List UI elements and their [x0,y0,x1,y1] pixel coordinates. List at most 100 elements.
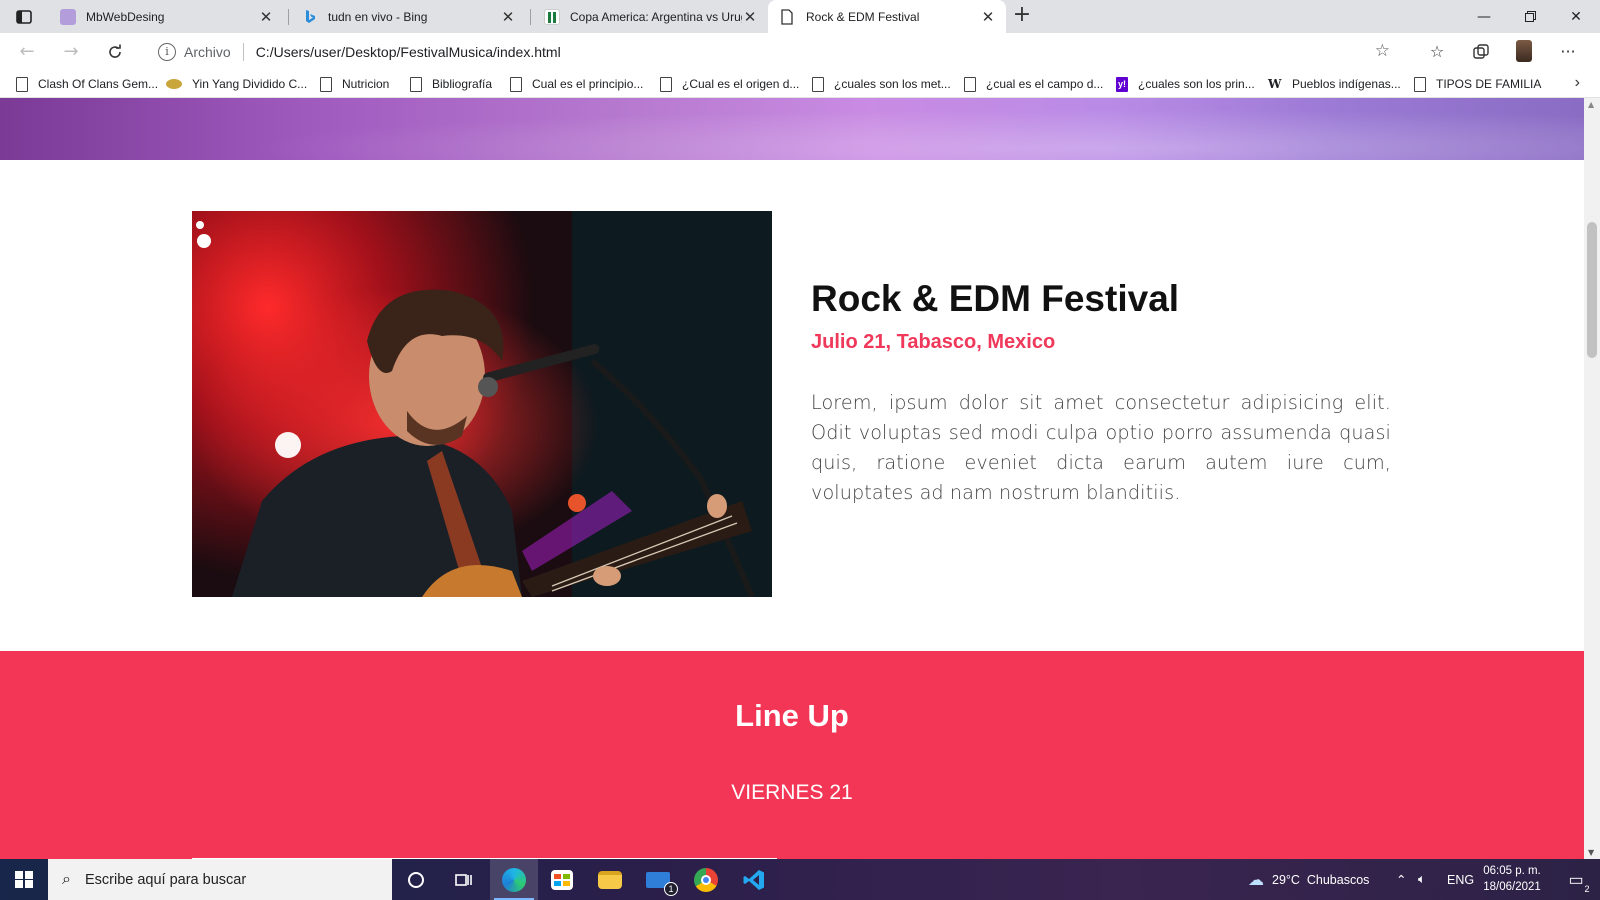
page-scrollbar[interactable]: ▲ ▼ [1584,98,1600,859]
new-tab-button[interactable]: + [1010,4,1034,28]
scroll-down-arrow-icon[interactable]: ▼ [1588,848,1594,857]
favorites-button[interactable]: ☆ [1424,41,1450,63]
tab-bing[interactable]: tudn en vivo - Bing ✕ [290,0,526,33]
bookmark-item[interactable]: TIPOS DE FAMILIA [1414,70,1541,98]
action-center-button[interactable]: ▭ 2 [1552,859,1600,900]
forward-button[interactable]: → [58,40,84,64]
more-icon: ··· [1560,42,1576,61]
page-viewport: Rock & EDM Festival Julio 21, Tabasco, M… [0,98,1584,859]
singer-guitarist-photo [192,211,772,597]
bookmarks-bar: Clash Of Clans Gem... Yin Yang Dividido … [0,70,1600,98]
bookmark-label: Nutricion [342,77,390,91]
weather-cloud-icon: ☁ [1248,871,1264,889]
info-icon[interactable]: i [158,43,176,61]
page-icon [320,76,332,92]
tab-rock-edm-festival[interactable]: Rock & EDM Festival ✕ [768,0,1006,33]
refresh-button[interactable] [102,40,128,64]
close-tab-icon[interactable]: ✕ [500,8,516,26]
bookmark-item[interactable]: Bibliografía [410,70,492,98]
bookmark-item[interactable]: Cual es el principio... [510,70,643,98]
minimize-button[interactable]: — [1462,0,1506,33]
settings-more-button[interactable]: ··· [1555,41,1581,63]
favorites-icon: ☆ [1429,42,1445,61]
task-view-button[interactable] [440,859,488,900]
bookmark-label: ¿cuales son los met... [834,77,951,91]
lineup-section: Line Up VIERNES 21 [0,651,1584,859]
bookmark-item[interactable]: Clash Of Clans Gem... [16,70,158,98]
page-favicon-icon [780,8,796,25]
notification-count: 2 [1584,883,1590,894]
profile-avatar[interactable] [1516,40,1532,62]
tab-mbwebdesing[interactable]: MbWebDesing ✕ [48,0,284,33]
taskbar-file-explorer[interactable] [586,859,634,900]
start-button[interactable] [0,859,48,900]
copa-america-favicon-icon [544,8,560,25]
system-clock[interactable]: 06:05 p. m. 18/06/2021 [1472,863,1552,895]
event-description: Lorem, ipsum dolor sit amet consectetur … [811,391,1391,504]
language-text: ENG [1447,872,1475,887]
address-bar[interactable]: i Archivo C:/Users/user/Desktop/Festival… [148,37,1408,67]
taskbar-vscode[interactable] [730,859,778,900]
bookmark-item[interactable]: Yin Yang Dividido C... [166,70,307,98]
taskbar-chrome[interactable] [682,859,730,900]
page-icon [510,76,522,92]
yahoo-icon: y! [1116,76,1128,92]
page-icon [410,76,422,92]
windows-logo-icon [15,870,33,889]
add-favorite-icon[interactable]: ☆ [1375,41,1390,61]
bookmark-label: Cual es el principio... [532,77,644,91]
bookmark-item[interactable]: W Pueblos indígenas... [1268,70,1401,98]
close-tab-icon[interactable]: ✕ [742,8,758,26]
bookmark-label: Bibliografía [432,77,493,91]
volume-button[interactable]: 🔈︎ [1418,859,1426,900]
close-window-button[interactable]: ✕ [1554,0,1598,33]
close-tab-icon[interactable]: ✕ [258,8,274,26]
weather-widget[interactable]: ☁ 29°C Chubascos [1248,859,1369,900]
tab-strip: MbWebDesing ✕ tudn en vivo - Bing ✕ Copa… [0,0,1600,33]
tab-title: MbWebDesing [86,9,165,24]
mail-badge: 1 [664,881,678,896]
more-bookmarks-chevron-icon[interactable]: › [1575,74,1580,92]
clock-date: 18/06/2021 [1483,881,1541,893]
chevron-up-icon: ⌃ [1396,873,1407,887]
taskbar-search-box[interactable]: ⌕ Escribe aquí para buscar [48,859,392,900]
show-hidden-icons-button[interactable]: ⌃ [1396,859,1406,900]
restore-button[interactable] [1508,0,1552,33]
bookmark-item[interactable]: Nutricion [320,70,389,98]
tab-separator [288,9,289,25]
bookmark-item[interactable]: ¿Cual es el origen d... [660,70,799,98]
tab-separator [530,9,531,25]
weather-text: 29°C Chubascos [1272,872,1370,887]
taskbar-store[interactable] [538,859,586,900]
language-indicator[interactable]: ENG [1447,859,1474,900]
cortana-button[interactable] [392,859,440,900]
search-placeholder: Escribe aquí para buscar [84,871,247,888]
restore-icon [1524,11,1536,22]
vscode-icon [743,869,764,890]
event-title: Rock & EDM Festival [811,278,1180,319]
bookmark-item[interactable]: y! ¿cuales son los prin... [1116,70,1255,98]
tab-title: Copa America: Argentina vs Urug [570,9,742,24]
bookmark-item[interactable]: ¿cual es el campo d... [964,70,1103,98]
chrome-icon [694,867,718,892]
wikipedia-icon: W [1268,76,1282,91]
collections-button[interactable] [1468,41,1494,63]
bookmark-label: ¿cual es el campo d... [986,77,1104,91]
tab-actions-button[interactable] [10,6,38,28]
page-icon [1414,76,1426,92]
bing-favicon-icon [302,9,318,25]
page-icon [16,76,28,92]
back-button[interactable]: ← [14,40,40,64]
scrollbar-thumb[interactable] [1587,222,1597,358]
tab-copa-america[interactable]: Copa America: Argentina vs Urug ✕ [532,0,768,33]
bookmark-label: Clash Of Clans Gem... [38,77,159,91]
close-tab-icon[interactable]: ✕ [980,8,996,26]
bookmark-item[interactable]: ¿cuales son los met... [812,70,951,98]
scroll-up-arrow-icon[interactable]: ▲ [1588,100,1594,109]
page-icon [812,76,824,92]
taskbar-edge[interactable] [490,859,538,900]
taskbar-mail[interactable]: 1 [634,859,682,900]
collections-icon [1473,44,1489,59]
url-text[interactable]: C:/Users/user/Desktop/FestivalMusica/ind… [256,44,561,60]
task-view-icon [455,873,472,886]
